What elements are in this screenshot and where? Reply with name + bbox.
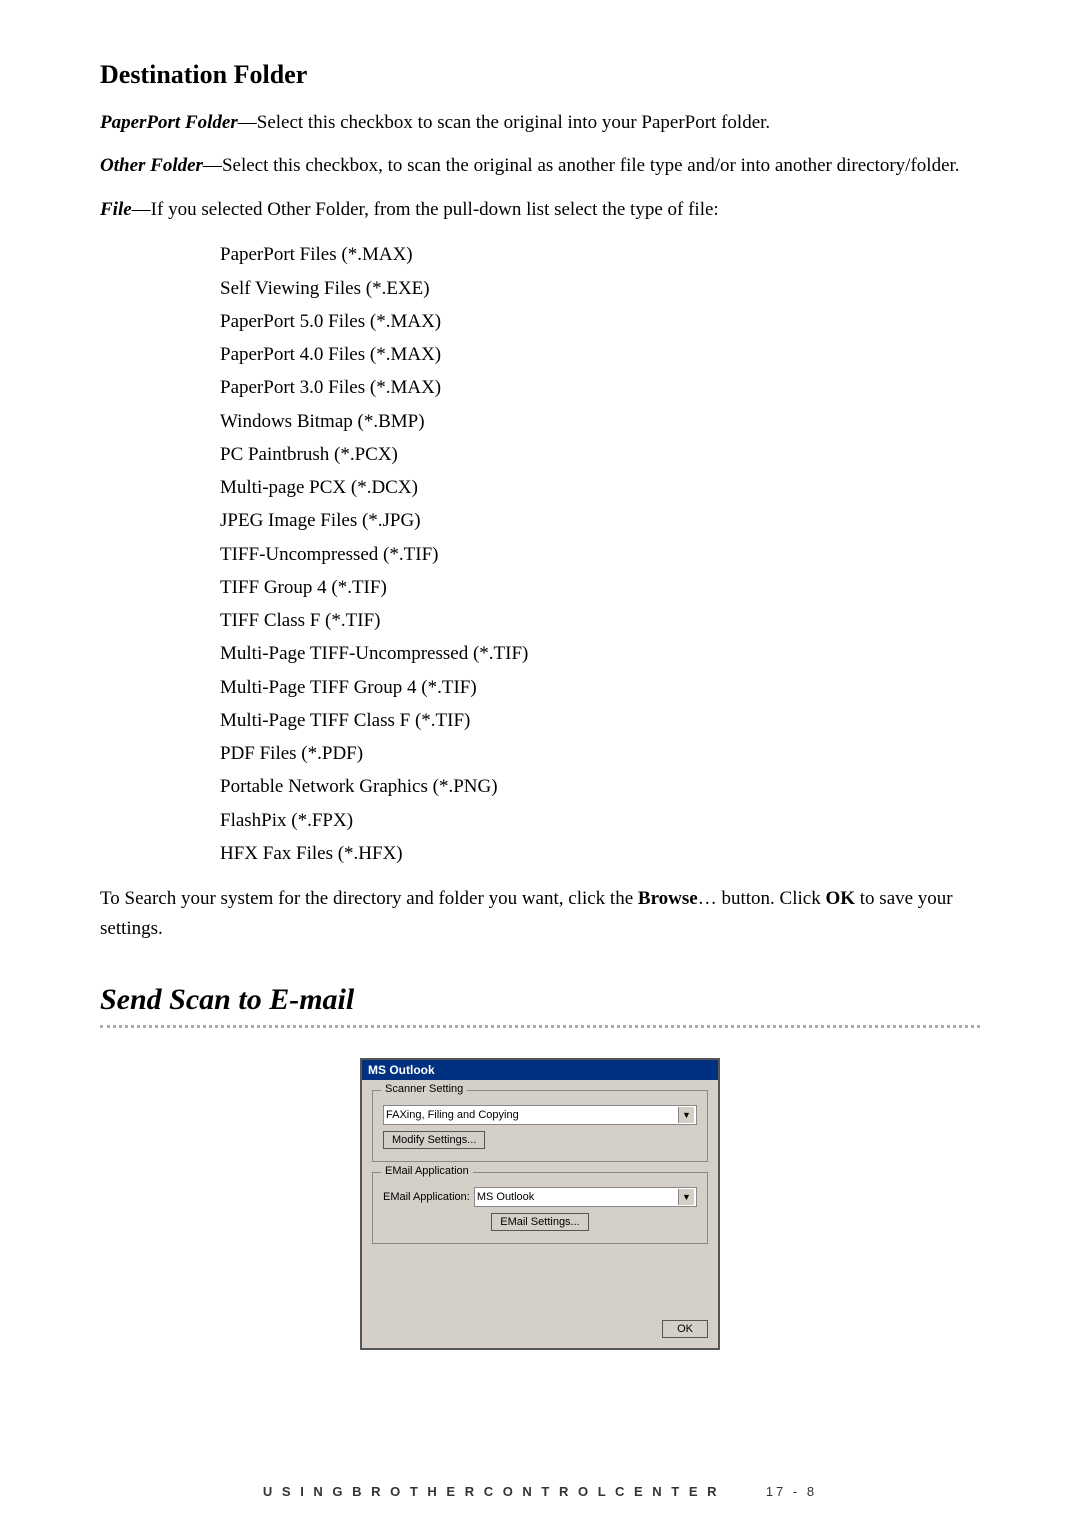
section-divider — [100, 1025, 980, 1028]
dialog-titlebar: MS Outlook — [362, 1060, 718, 1080]
other-folder-paragraph: Other Folder—Select this checkbox, to sc… — [100, 151, 980, 180]
file-paragraph: File—If you selected Other Folder, from … — [100, 195, 980, 224]
list-item: Multi-Page TIFF Group 4 (*.TIF) — [220, 671, 980, 704]
list-item: Portable Network Graphics (*.PNG) — [220, 770, 980, 803]
scanner-dropdown[interactable]: FAXing, Filing and Copying ▼ — [383, 1105, 697, 1125]
list-item: TIFF-Uncompressed (*.TIF) — [220, 538, 980, 571]
dialog-container: MS Outlook Scanner Setting FAXing, Filin… — [100, 1058, 980, 1350]
list-item: TIFF Group 4 (*.TIF) — [220, 571, 980, 604]
browse-paragraph: To Search your system for the directory … — [100, 884, 980, 943]
email-label: EMail Application: — [383, 1191, 470, 1203]
email-settings-button[interactable]: EMail Settings... — [491, 1213, 588, 1231]
list-item: PaperPort 5.0 Files (*.MAX) — [220, 305, 980, 338]
send-scan-heading: Send Scan to E-mail — [100, 983, 980, 1017]
scanner-group-box: Scanner Setting FAXing, Filing and Copyi… — [372, 1090, 708, 1162]
paperport-folder-paragraph: PaperPort Folder—Select this checkbox to… — [100, 108, 980, 137]
list-item: PC Paintbrush (*.PCX) — [220, 438, 980, 471]
scanner-group-content: FAXing, Filing and Copying ▼ Modify Sett… — [383, 1105, 697, 1151]
email-dropdown-arrow[interactable]: ▼ — [678, 1189, 694, 1205]
destination-folder-heading: Destination Folder — [100, 60, 980, 90]
list-item: Self Viewing Files (*.EXE) — [220, 272, 980, 305]
modify-settings-button[interactable]: Modify Settings... — [383, 1131, 485, 1149]
list-item: Multi-Page TIFF Class F (*.TIF) — [220, 704, 980, 737]
list-item: Multi-page PCX (*.DCX) — [220, 471, 980, 504]
email-group-content: EMail Application: MS Outlook ▼ EMail Se… — [383, 1187, 697, 1233]
email-dropdown[interactable]: MS Outlook ▼ — [474, 1187, 697, 1207]
list-item: Multi-Page TIFF-Uncompressed (*.TIF) — [220, 637, 980, 670]
scanner-group-label: Scanner Setting — [381, 1083, 467, 1095]
email-group-box: EMail Application EMail Application: MS … — [372, 1172, 708, 1244]
list-item: Windows Bitmap (*.BMP) — [220, 405, 980, 438]
email-dropdown-row: EMail Application: MS Outlook ▼ — [383, 1187, 697, 1207]
email-group-label: EMail Application — [381, 1165, 473, 1177]
list-item: PaperPort Files (*.MAX) — [220, 238, 980, 271]
list-item: PaperPort 3.0 Files (*.MAX) — [220, 371, 980, 404]
footer-text: U S I N G B R O T H E R C O N T R O L C … — [263, 1484, 720, 1499]
dialog-spacer — [372, 1254, 708, 1314]
list-item: HFX Fax Files (*.HFX) — [220, 837, 980, 870]
list-item: PaperPort 4.0 Files (*.MAX) — [220, 338, 980, 371]
scanner-dropdown-row: FAXing, Filing and Copying ▼ — [383, 1105, 697, 1125]
scanner-dropdown-arrow[interactable]: ▼ — [678, 1107, 694, 1123]
list-item: FlashPix (*.FPX) — [220, 804, 980, 837]
list-item: TIFF Class F (*.TIF) — [220, 604, 980, 637]
ms-outlook-dialog: MS Outlook Scanner Setting FAXing, Filin… — [360, 1058, 720, 1350]
ok-row: OK — [372, 1320, 708, 1338]
file-type-list: PaperPort Files (*.MAX)Self Viewing File… — [220, 238, 980, 870]
list-item: JPEG Image Files (*.JPG) — [220, 504, 980, 537]
dialog-title: MS Outlook — [368, 1063, 435, 1077]
dialog-body: Scanner Setting FAXing, Filing and Copyi… — [362, 1080, 718, 1348]
ok-button[interactable]: OK — [662, 1320, 708, 1338]
list-item: PDF Files (*.PDF) — [220, 737, 980, 770]
footer-page: 17 - 8 — [766, 1484, 817, 1499]
footer: U S I N G B R O T H E R C O N T R O L C … — [0, 1484, 1080, 1499]
